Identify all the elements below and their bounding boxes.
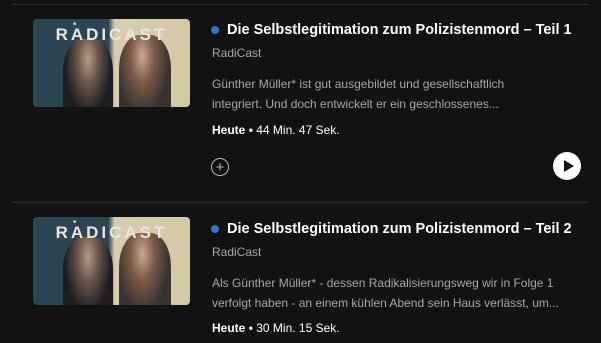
episode-description: Als Günther Müller* - dessen Radikalisie… (212, 276, 559, 310)
play-button[interactable] (553, 152, 581, 180)
episode-cover-image[interactable]: ■ RADICAST (33, 19, 190, 107)
play-icon (563, 160, 574, 172)
episode-divider (12, 202, 589, 203)
cover-title: RADICAST (55, 25, 168, 44)
plus-circle-icon: + (215, 158, 225, 176)
unplayed-dot (211, 26, 219, 34)
episode-cover-image[interactable]: ■ RADICAST (33, 217, 190, 305)
episode-description: Günther Müller* ist gut ausgebildet und … (212, 77, 505, 111)
episode-duration: 44 Min. 47 Sek. (256, 123, 340, 137)
top-divider (12, 4, 589, 5)
release-date: Heute (212, 123, 246, 137)
add-to-library-button[interactable]: + (211, 158, 229, 176)
episode-title[interactable]: Die Selbstlegitimation zum Polizistenmor… (227, 22, 572, 38)
unplayed-dot (211, 225, 219, 233)
episode-duration: 30 Min. 15 Sek. (256, 321, 340, 335)
release-date: Heute (212, 321, 246, 335)
episode-meta: Heute • 44 Min. 47 Sek. (212, 123, 340, 137)
episode-meta: Heute • 30 Min. 15 Sek. (212, 321, 340, 335)
episode-title[interactable]: Die Selbstlegitimation zum Polizistenmor… (227, 221, 572, 237)
show-name[interactable]: RadiCast (212, 46, 261, 60)
show-name[interactable]: RadiCast (212, 245, 261, 259)
cover-title: RADICAST (55, 223, 168, 242)
